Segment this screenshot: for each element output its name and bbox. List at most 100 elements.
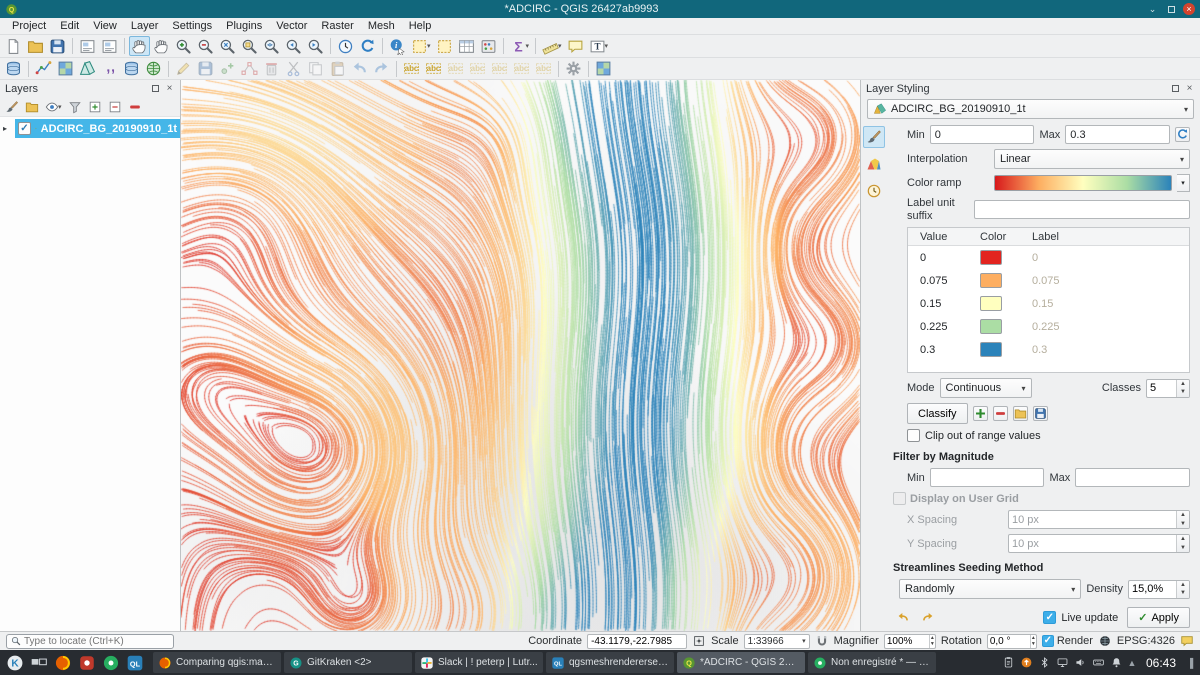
open-data-source-manager-button[interactable] (3, 59, 24, 79)
task-firefox[interactable]: Comparing qgis:mast... (153, 652, 281, 673)
layer-diagram-options-button[interactable]: abc (423, 59, 444, 79)
magnifier-spinner[interactable]: ▲▼ (884, 634, 936, 649)
live-update-checkbox[interactable] (1043, 611, 1056, 624)
render-checkbox[interactable] (1042, 635, 1054, 647)
processing-toolbox-button[interactable] (563, 59, 584, 79)
field-calculator-button[interactable] (478, 36, 499, 56)
add-vector-layer-button[interactable] (33, 59, 54, 79)
app-launcher[interactable]: K (4, 652, 26, 674)
class-value-cell[interactable]: 0.225 (908, 321, 980, 333)
notifications-tray-icon[interactable] (1110, 656, 1123, 669)
pan-map-button[interactable] (129, 36, 150, 56)
panel-toggle-icon[interactable]: ▐ (1184, 655, 1196, 671)
class-label-cell[interactable]: 0 (1028, 252, 1189, 264)
firefox-launcher[interactable] (52, 652, 74, 674)
zoom-to-selection-button[interactable] (239, 36, 260, 56)
interpolation-select[interactable]: Linear▾ (994, 149, 1190, 169)
color-column-header[interactable]: Color (980, 231, 1028, 243)
class-value-cell[interactable]: 0 (908, 252, 980, 264)
show-layout-manager-button[interactable] (99, 36, 120, 56)
new-project-button[interactable] (3, 36, 24, 56)
class-color-swatch[interactable] (980, 296, 1002, 311)
history-tab[interactable] (863, 180, 885, 202)
menu-settings[interactable]: Settings (165, 19, 219, 33)
network-tray-icon[interactable] (1056, 656, 1069, 669)
class-label-cell[interactable]: 0.075 (1028, 275, 1189, 287)
zoom-full-button[interactable] (217, 36, 238, 56)
zoom-next-button[interactable] (305, 36, 326, 56)
konsole-launcher[interactable] (76, 652, 98, 674)
add-raster-layer-button[interactable] (55, 59, 76, 79)
updates-tray-icon[interactable] (1020, 656, 1033, 669)
class-color-swatch[interactable] (980, 273, 1002, 288)
remove-layer-button[interactable] (126, 98, 144, 115)
refresh-map-button[interactable] (357, 36, 378, 56)
select-features-button[interactable]: ▾ (409, 36, 433, 56)
task-gitkraken[interactable]: GGitKraken <2> (284, 652, 412, 673)
identify-features-button[interactable]: i (387, 36, 408, 56)
load-color-map-button[interactable] (1013, 406, 1028, 421)
coordinate-input[interactable] (587, 634, 687, 649)
color-class-row[interactable]: 00 (908, 246, 1189, 269)
undock-layers-panel-icon[interactable] (150, 83, 161, 94)
color-class-row[interactable]: 0.3 0.3 (908, 338, 1189, 361)
close-styling-panel-icon[interactable]: × (1184, 83, 1195, 94)
class-value-cell[interactable]: 0.075 (908, 275, 980, 287)
menu-view[interactable]: View (86, 19, 124, 33)
style-redo-button[interactable] (918, 608, 938, 627)
menu-edit[interactable]: Edit (53, 19, 86, 33)
reload-minmax-button[interactable] (1175, 127, 1190, 142)
ql-launcher[interactable]: QL (124, 652, 146, 674)
task-qgis[interactable]: Q*ADCIRC - QGIS 26427... (677, 652, 805, 673)
menu-project[interactable]: Project (5, 19, 53, 33)
close-window-icon[interactable]: × (1183, 3, 1195, 15)
color-class-row[interactable]: 0.075 0.075 (908, 269, 1189, 292)
seeding-method-select[interactable]: Randomly▾ (899, 579, 1081, 599)
bluetooth-tray-icon[interactable] (1038, 656, 1051, 669)
styling-layer-selector[interactable]: ADCIRC_BG_20190910_1t ▾ (867, 99, 1194, 119)
layer-row[interactable]: ▸ ADCIRC_BG_20190910_1t (0, 119, 180, 138)
task-slack[interactable]: Slack | ! peterp | Lutr... (415, 652, 543, 673)
class-label-cell[interactable]: 0.3 (1028, 344, 1189, 356)
deselect-features-button[interactable] (434, 36, 455, 56)
manage-map-themes-button[interactable]: ▾ (43, 98, 64, 115)
class-color-swatch[interactable] (980, 250, 1002, 265)
class-label-cell[interactable]: 0.15 (1028, 298, 1189, 310)
map-tips-button[interactable] (565, 36, 586, 56)
mode-select[interactable]: Continuous▾ (940, 378, 1032, 398)
layer-visibility-checkbox[interactable] (18, 122, 31, 135)
menu-mesh[interactable]: Mesh (361, 19, 402, 33)
layer-labeling-options-button[interactable]: abc (401, 59, 422, 79)
undock-styling-panel-icon[interactable] (1170, 83, 1181, 94)
scale-select[interactable]: 1:33966▾ (744, 634, 810, 649)
locate-box[interactable] (6, 634, 174, 649)
class-label-cell[interactable]: 0.225 (1028, 321, 1189, 333)
classes-spinner[interactable]: ▲▼ (1146, 379, 1190, 398)
task-unsaved[interactable]: Non enregistré * — Sp... (808, 652, 936, 673)
mesh-rendering-tab[interactable] (863, 153, 885, 175)
statistical-summary-button[interactable]: Σ▾ (508, 36, 532, 56)
mesh-calculator-button[interactable] (593, 59, 614, 79)
style-undo-button[interactable] (893, 608, 913, 627)
class-color-swatch[interactable] (980, 342, 1002, 357)
temporal-controller-button[interactable] (335, 36, 356, 56)
crs-icon[interactable] (1098, 634, 1112, 648)
map-view[interactable] (181, 80, 861, 631)
add-class-button[interactable] (973, 406, 988, 421)
lock-scale-icon[interactable] (815, 634, 829, 648)
class-value-cell[interactable]: 0.3 (908, 344, 980, 356)
add-mesh-layer-button[interactable] (77, 59, 98, 79)
files-launcher[interactable] (100, 652, 122, 674)
value-column-header[interactable]: Value (908, 231, 980, 243)
map-canvas[interactable] (181, 80, 860, 631)
classify-button[interactable]: Classify (907, 403, 968, 424)
extent-toggle-icon[interactable] (692, 634, 706, 648)
new-print-layout-button[interactable] (77, 36, 98, 56)
locate-input[interactable] (24, 636, 169, 647)
label-column-header[interactable]: Label (1028, 231, 1189, 243)
keyboard-tray-icon[interactable] (1092, 656, 1105, 669)
layer-expander-icon[interactable]: ▸ (3, 124, 12, 133)
color-ramp-dropdown-icon[interactable]: ▾ (1177, 174, 1190, 192)
rotation-spinner[interactable]: ▲▼ (987, 634, 1037, 649)
expand-all-button[interactable] (86, 98, 104, 115)
